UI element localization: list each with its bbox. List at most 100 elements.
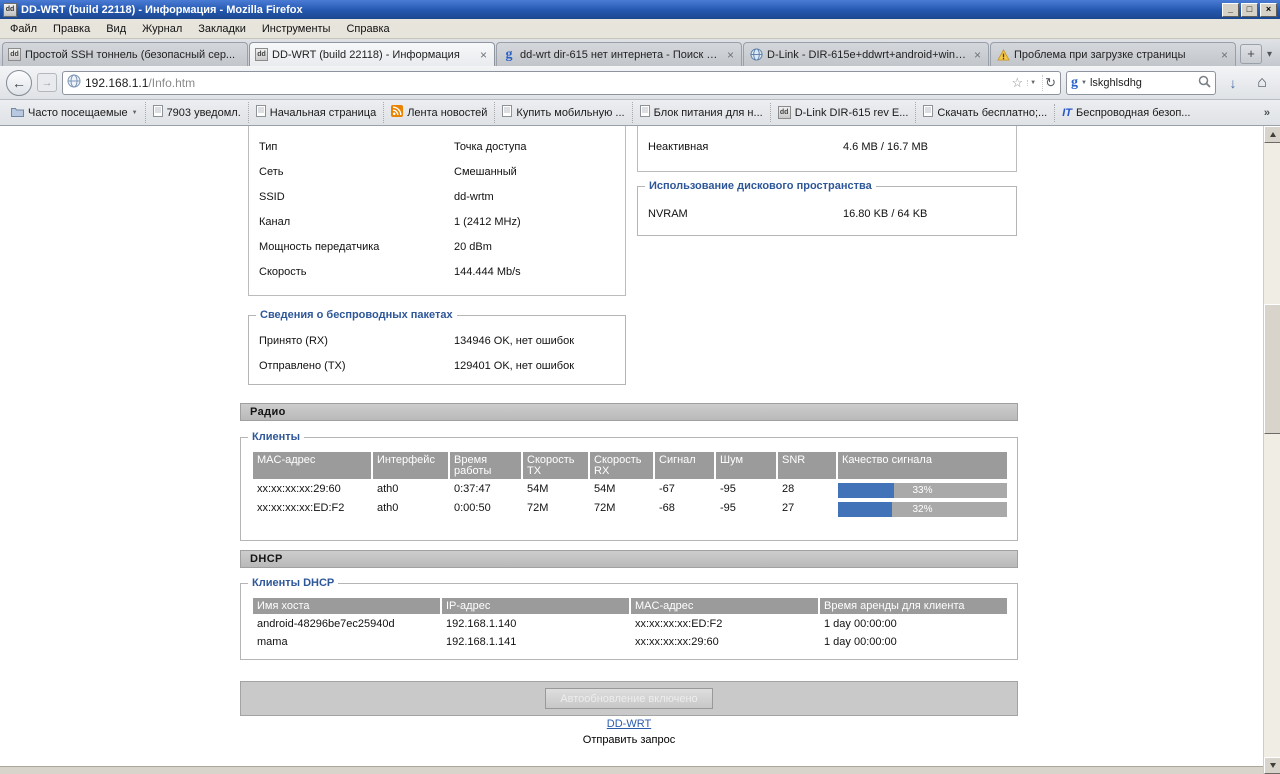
- clients-table: MAC-адрес Интерфейс Время работы Скорост…: [253, 452, 1005, 517]
- ddwrt-link[interactable]: DD-WRT: [607, 718, 651, 730]
- menu-history[interactable]: Журнал: [134, 20, 190, 38]
- scroll-down-arrow-icon: [1270, 763, 1276, 768]
- vertical-scrollbar[interactable]: [1263, 126, 1280, 774]
- info-row: Неактивная4.6 MB / 16.7 MB: [638, 134, 1016, 159]
- signal-quality-label: 32%: [838, 502, 1007, 517]
- bookmark-item[interactable]: Начальная страница: [248, 102, 383, 123]
- bookmark-item[interactable]: Купить мобильную ...: [494, 102, 631, 123]
- dhcp-hostname: mama: [253, 634, 440, 650]
- new-tab-button[interactable]: +: [1240, 44, 1262, 64]
- info-value: 134946 OK, нет ошибок: [454, 335, 615, 347]
- minimize-button[interactable]: _: [1222, 3, 1239, 17]
- bookmark-wireless-security[interactable]: IT Беспроводная безоп...: [1054, 104, 1197, 122]
- info-value: 129401 OK, нет ошибок: [454, 360, 615, 372]
- tab-dlink-forum[interactable]: D-Link - DIR-615e+ddwrt+android+winx... …: [743, 42, 989, 66]
- section-title: Клиенты DHCP: [248, 577, 338, 589]
- client-noise: -95: [716, 500, 776, 517]
- info-value: 144.444 Mb/s: [454, 266, 615, 278]
- bookmark-item[interactable]: 7903 уведомл.: [145, 102, 248, 123]
- globe-favicon-icon: [749, 48, 763, 62]
- client-signal: -68: [655, 500, 714, 517]
- info-value: 20 dBm: [454, 241, 615, 253]
- search-engine-google-icon[interactable]: g: [1071, 75, 1078, 91]
- home-button[interactable]: ⌂: [1250, 71, 1274, 95]
- navigation-toolbar: ← → 192.168.1.1/Info.htm ☆ ▼ ↻ g ▼ lskgh…: [0, 66, 1280, 100]
- tab-close-icon[interactable]: ×: [1219, 50, 1230, 60]
- menu-edit[interactable]: Правка: [45, 20, 98, 38]
- bookmark-star-icon[interactable]: ☆: [1011, 75, 1023, 91]
- tab-ssh-tunnel[interactable]: dd Простой SSH тоннель (безопасный сер..…: [2, 42, 248, 66]
- reload-icon[interactable]: ↻: [1042, 75, 1056, 91]
- list-all-tabs-icon[interactable]: ▾: [1263, 47, 1276, 62]
- search-input[interactable]: lskghlsdhg: [1090, 77, 1195, 89]
- search-go-icon[interactable]: [1198, 75, 1211, 91]
- bookmarks-overflow-chevron-icon[interactable]: »: [1258, 107, 1276, 119]
- site-identity-globe-icon[interactable]: [67, 74, 81, 91]
- page-icon: [256, 105, 266, 120]
- dhcp-section-header: DHCP: [240, 550, 1018, 568]
- search-bar[interactable]: g ▼ lskghlsdhg: [1066, 71, 1216, 95]
- search-engine-dropdown-icon[interactable]: ▼: [1081, 80, 1087, 86]
- scroll-up-button[interactable]: [1264, 126, 1280, 143]
- tab-close-icon[interactable]: ×: [972, 50, 983, 60]
- info-value: Смешанный: [454, 166, 615, 178]
- ddwrt-favicon-icon: dd: [255, 48, 268, 61]
- scrollbar-thumb[interactable]: [1264, 304, 1280, 434]
- ddwrt-favicon-icon: dd: [8, 48, 21, 61]
- url-host: 192.168.1.1: [85, 76, 148, 90]
- url-input[interactable]: 192.168.1.1/Info.htm: [85, 76, 1007, 90]
- scroll-down-button[interactable]: [1264, 757, 1280, 774]
- tab-ddwrt-info[interactable]: dd DD-WRT (build 22118) - Информация ×: [249, 42, 495, 66]
- bookmark-dlink-ddwrt[interactable]: dd D-Link DIR-615 rev E...: [770, 103, 916, 122]
- bookmark-label: Лента новостей: [407, 107, 487, 119]
- bookmark-label: Купить мобильную ...: [516, 107, 624, 119]
- bookmark-label: Блок питания для н...: [654, 107, 763, 119]
- info-label: Тип: [259, 141, 454, 153]
- signal-quality-cell: 32%: [838, 500, 1007, 517]
- bookmark-most-visited[interactable]: Часто посещаемые ▼: [4, 103, 145, 123]
- bookmark-item[interactable]: Блок питания для н...: [632, 102, 770, 123]
- menu-view[interactable]: Вид: [98, 20, 134, 38]
- dhcp-row: mama 192.168.1.141 xx:xx:xx:xx:29:60 1 d…: [253, 634, 1005, 650]
- column-header: Время работы: [450, 452, 521, 479]
- column-header: Время аренды для клиента: [820, 598, 1007, 614]
- scroll-up-arrow-icon: [1270, 132, 1276, 137]
- info-label: Отправлено (TX): [259, 360, 454, 372]
- url-bar[interactable]: 192.168.1.1/Info.htm ☆ ▼ ↻: [62, 71, 1061, 95]
- tab-load-error[interactable]: Проблема при загрузке страницы ×: [990, 42, 1236, 66]
- auto-refresh-button[interactable]: Автообновление включено: [545, 688, 712, 709]
- tab-google-search[interactable]: g dd-wrt dir-615 нет интернета - Поиск в…: [496, 42, 742, 66]
- info-label: Скорость: [259, 266, 454, 278]
- signal-quality-bar: 32%: [838, 502, 1007, 517]
- close-button[interactable]: ×: [1260, 3, 1277, 17]
- info-label: SSID: [259, 191, 454, 203]
- menu-file[interactable]: Файл: [2, 20, 45, 38]
- section-title: Использование дискового пространства: [645, 180, 876, 192]
- page-icon: [153, 105, 163, 120]
- signal-quality-label: 33%: [838, 483, 1007, 498]
- dhcp-clients-section: Клиенты DHCP Имя хоста IP-адрес MAC-адре…: [240, 583, 1018, 660]
- info-value: Точка доступа: [454, 141, 615, 153]
- back-button[interactable]: ←: [6, 70, 32, 96]
- dhcp-lease: 1 day 00:00:00: [820, 616, 1007, 632]
- forward-button[interactable]: →: [37, 73, 57, 92]
- downloads-button[interactable]: ↓: [1221, 71, 1245, 95]
- google-favicon-icon: g: [502, 48, 516, 62]
- send-request-text: Отправить запрос: [240, 734, 1018, 746]
- menu-bookmarks[interactable]: Закладки: [190, 20, 254, 38]
- menu-help[interactable]: Справка: [338, 20, 397, 38]
- info-label: Принято (RX): [259, 335, 454, 347]
- menu-tools[interactable]: Инструменты: [254, 20, 339, 38]
- dhcp-mac: xx:xx:xx:xx:29:60: [631, 634, 818, 650]
- tab-label: Простой SSH тоннель (безопасный сер...: [25, 49, 242, 61]
- window-controls: _ □ ×: [1222, 3, 1277, 17]
- bookmark-item[interactable]: Скачать бесплатно;...: [915, 102, 1054, 123]
- tab-label: D-Link - DIR-615e+ddwrt+android+winx...: [767, 49, 968, 61]
- tab-close-icon[interactable]: ×: [725, 50, 736, 60]
- tab-close-icon[interactable]: ×: [478, 50, 489, 60]
- info-row: СетьСмешанный: [249, 159, 625, 184]
- bookmark-label: Начальная страница: [270, 107, 376, 119]
- bookmark-news-feed[interactable]: Лента новостей: [383, 102, 494, 123]
- maximize-button[interactable]: □: [1241, 3, 1258, 17]
- urlbar-dropdown-icon[interactable]: ▼: [1027, 80, 1038, 86]
